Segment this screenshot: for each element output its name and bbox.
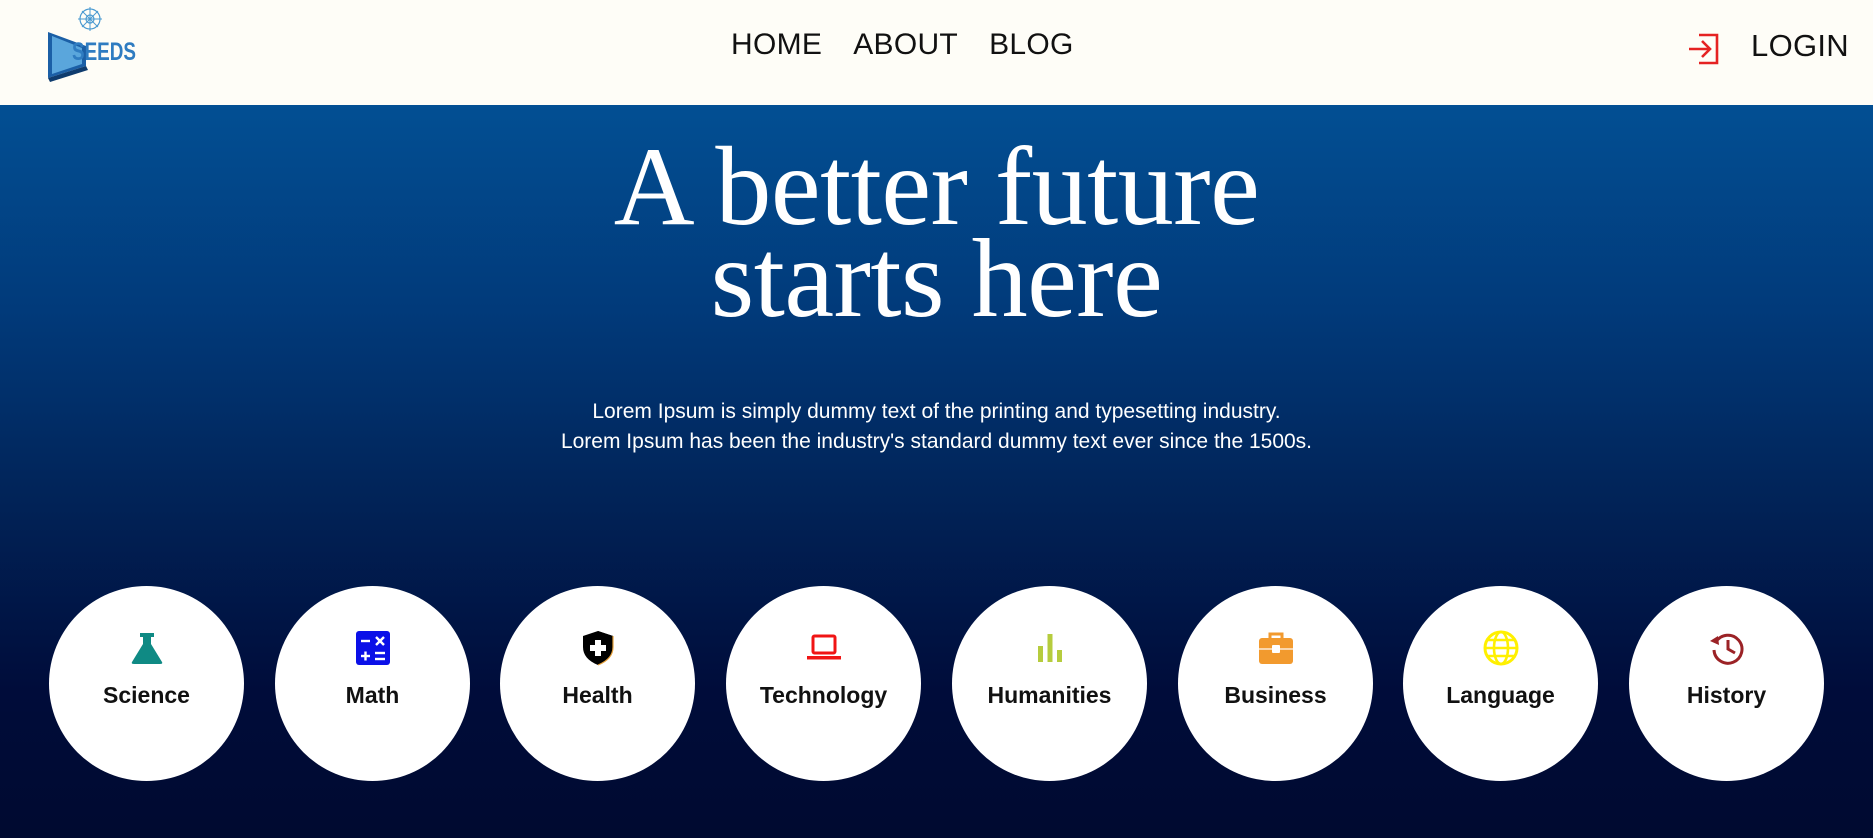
category-label: Humanities: [987, 682, 1112, 708]
history-icon: [1709, 630, 1745, 666]
hero-section: A better future starts here Lorem Ipsum …: [0, 105, 1873, 838]
category-label: Science: [103, 682, 190, 708]
category-science-button[interactable]: Science: [49, 586, 244, 781]
top-navigation-bar: SEEDS HOME ABOUT BLOG LOGIN: [0, 0, 1873, 105]
seeds-logo[interactable]: SEEDS: [46, 6, 146, 86]
category-label: Business: [1224, 682, 1327, 708]
category-label: History: [1686, 682, 1767, 708]
category-label: Math: [345, 682, 400, 708]
login-label: LOGIN: [1751, 28, 1849, 63]
category-math-button[interactable]: Math: [275, 586, 470, 781]
hero-subtitle-line-2: Lorem Ipsum has been the industry's stan…: [560, 430, 1313, 453]
category-label: Technology: [759, 682, 888, 708]
briefcase-icon: [1258, 630, 1294, 666]
logo-text: SEEDS: [72, 38, 136, 66]
hero-headline: A better future starts here: [0, 131, 1873, 341]
category-humanities-button[interactable]: Humanities: [952, 586, 1147, 781]
category-label: Language: [1446, 682, 1555, 708]
category-health-button[interactable]: Health: [500, 586, 695, 781]
flask-icon: [129, 630, 165, 666]
main-nav: HOME ABOUT BLOG: [731, 28, 1105, 62]
category-technology-button[interactable]: Technology: [726, 586, 921, 781]
calculator-icon: [355, 630, 391, 666]
login-icon: [1689, 33, 1719, 65]
category-history-button[interactable]: History: [1629, 586, 1824, 781]
category-language-button[interactable]: Language: [1403, 586, 1598, 781]
login-button[interactable]: LOGIN: [1687, 26, 1849, 66]
category-label: Health: [562, 682, 633, 708]
hero-headline-line-2: starts here: [710, 217, 1163, 341]
category-business-button[interactable]: Business: [1178, 586, 1373, 781]
shield-plus-icon: [580, 630, 616, 666]
nav-home-link[interactable]: HOME: [731, 28, 822, 62]
bar-chart-icon: [1032, 630, 1068, 666]
laptop-icon: [806, 630, 842, 666]
globe-icon: [1483, 630, 1519, 666]
nav-about-link[interactable]: ABOUT: [853, 28, 958, 62]
hero-subtitle: Lorem Ipsum is simply dummy text of the …: [0, 397, 1873, 457]
hero-subtitle-line-1: Lorem Ipsum is simply dummy text of the …: [592, 400, 1281, 423]
nav-blog-link[interactable]: BLOG: [989, 28, 1074, 62]
